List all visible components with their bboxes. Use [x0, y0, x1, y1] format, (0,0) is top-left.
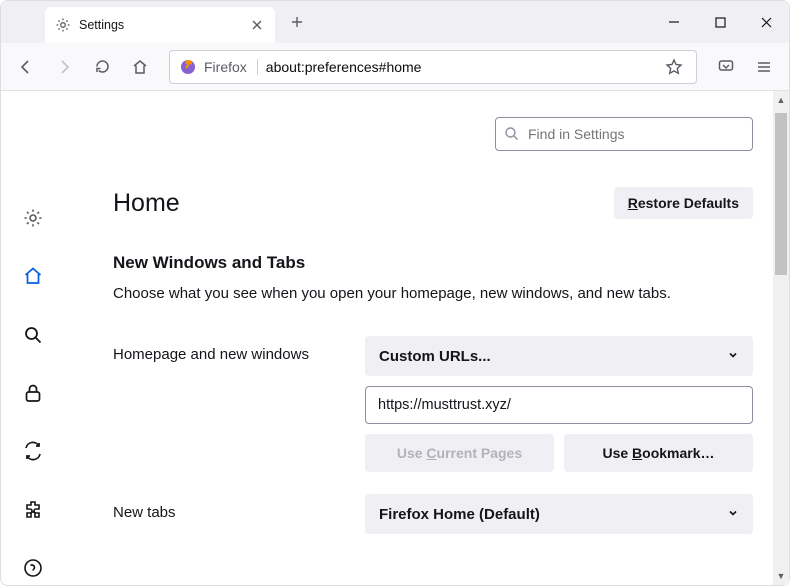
newtabs-row: New tabs Firefox Home (Default): [113, 494, 753, 534]
scroll-thumb[interactable]: [775, 113, 787, 275]
titlebar: Settings: [1, 1, 789, 43]
toolbar: Firefox about:preferences#home: [1, 43, 789, 91]
homepage-select[interactable]: Custom URLs...: [365, 336, 753, 376]
sidebar-item-extensions[interactable]: [15, 492, 51, 526]
firefox-icon: [180, 59, 196, 75]
pocket-button[interactable]: [709, 50, 743, 84]
sidebar-item-help[interactable]: [15, 551, 51, 585]
use-bookmark-button[interactable]: Use Bookmark…: [564, 434, 753, 472]
sidebar-item-sync[interactable]: [15, 434, 51, 468]
page-title: Home: [113, 189, 180, 218]
page-title-row: Home Restore Defaults: [113, 187, 753, 219]
content: Home Restore Defaults New Windows and Ta…: [1, 91, 789, 585]
homepage-select-value: Custom URLs...: [379, 348, 491, 365]
chevron-down-icon: [727, 348, 739, 365]
window-close-button[interactable]: [743, 2, 789, 42]
sidebar-item-general[interactable]: [15, 201, 51, 235]
menu-button[interactable]: [747, 50, 781, 84]
back-button[interactable]: [9, 50, 43, 84]
reload-button[interactable]: [85, 50, 119, 84]
use-current-button[interactable]: Use Current Pages: [365, 434, 554, 472]
browser-tab[interactable]: Settings: [45, 7, 275, 43]
restore-defaults-button[interactable]: Restore Defaults: [614, 187, 753, 219]
section-description: Choose what you see when you open your h…: [113, 285, 753, 302]
forward-button[interactable]: [47, 50, 81, 84]
url-identity: Firefox: [204, 59, 258, 75]
url-text: about:preferences#home: [266, 59, 662, 75]
homepage-url-input[interactable]: [365, 386, 753, 424]
settings-icon: [55, 17, 71, 33]
newtabs-select[interactable]: Firefox Home (Default): [365, 494, 753, 534]
scroll-up-icon[interactable]: ▲: [773, 91, 789, 109]
window-controls: [651, 2, 789, 42]
bookmark-star-icon[interactable]: [662, 55, 686, 79]
sidebar-item-search[interactable]: [15, 318, 51, 352]
chevron-down-icon: [727, 506, 739, 523]
home-button[interactable]: [123, 50, 157, 84]
sidebar-item-privacy[interactable]: [15, 376, 51, 410]
newtabs-select-value: Firefox Home (Default): [379, 506, 540, 523]
sidebar: [1, 91, 65, 585]
scroll-down-icon[interactable]: ▼: [773, 567, 789, 585]
close-icon[interactable]: [249, 17, 265, 33]
search-icon: [504, 126, 519, 146]
maximize-button[interactable]: [697, 2, 743, 42]
newtabs-label: New tabs: [113, 494, 365, 521]
homepage-row: Homepage and new windows Custom URLs... …: [113, 336, 753, 472]
sidebar-item-home[interactable]: [15, 259, 51, 293]
tab-title: Settings: [79, 18, 241, 32]
main-panel: Home Restore Defaults New Windows and Ta…: [65, 91, 789, 585]
section-title: New Windows and Tabs: [113, 253, 753, 273]
new-tab-button[interactable]: [283, 8, 311, 36]
homepage-label: Homepage and new windows: [113, 336, 365, 363]
search-input[interactable]: [495, 117, 753, 151]
minimize-button[interactable]: [651, 2, 697, 42]
scrollbar[interactable]: ▲ ▼: [773, 91, 789, 585]
url-bar[interactable]: Firefox about:preferences#home: [169, 50, 697, 84]
